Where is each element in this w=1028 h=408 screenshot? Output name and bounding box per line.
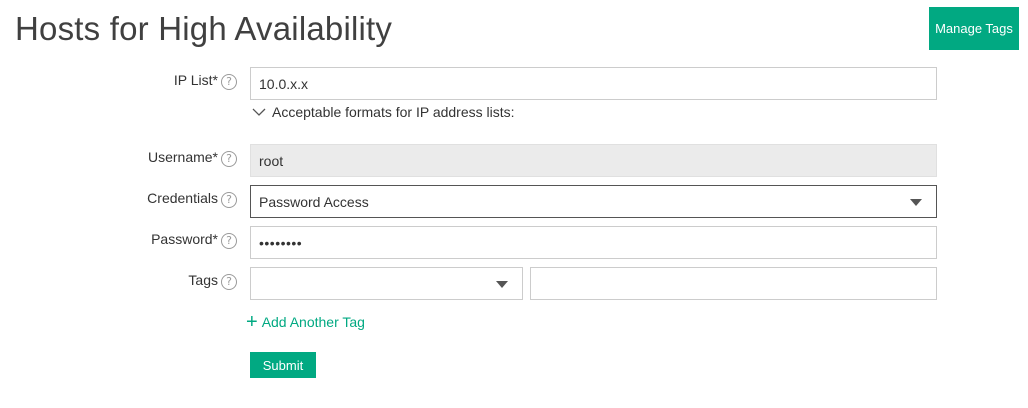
tags-label: Tags (188, 272, 218, 288)
credentials-help-icon[interactable]: ? (221, 192, 237, 208)
username-input: root (250, 144, 937, 177)
dropdown-arrow-icon (496, 280, 508, 288)
ip-list-input[interactable]: 10.0.x.x (250, 67, 937, 100)
add-another-tag-label: Add Another Tag (261, 314, 365, 330)
tags-help-icon[interactable]: ? (221, 274, 237, 290)
ip-list-help-icon[interactable]: ? (221, 74, 237, 90)
plus-icon: + (246, 311, 258, 333)
credentials-selected-value: Password Access (259, 193, 369, 210)
submit-button[interactable]: Submit (250, 352, 316, 378)
ip-list-value: 10.0.x.x (259, 75, 309, 92)
credentials-select[interactable]: Password Access (250, 185, 937, 218)
password-label: Password* (151, 231, 218, 247)
formats-toggle[interactable]: Acceptable formats for IP address lists: (252, 104, 515, 120)
formats-toggle-label: Acceptable formats for IP address lists: (272, 104, 515, 120)
password-help-icon[interactable]: ? (221, 233, 237, 249)
chevron-down-icon (252, 108, 266, 116)
password-input[interactable]: •••••••• (250, 226, 937, 259)
page-title: Hosts for High Availability (15, 10, 393, 47)
add-another-tag-link[interactable]: + Add Another Tag (246, 312, 365, 332)
tag-value-input[interactable] (530, 267, 937, 300)
password-value: •••••••• (259, 234, 303, 251)
manage-tags-button[interactable]: Manage Tags (929, 7, 1019, 50)
username-value: root (259, 152, 284, 169)
username-help-icon[interactable]: ? (221, 151, 237, 167)
ip-list-label: IP List* (173, 72, 218, 88)
dropdown-arrow-icon (910, 198, 922, 206)
username-label: Username* (147, 149, 218, 165)
credentials-label: Credentials (147, 190, 218, 206)
tag-category-select[interactable] (250, 267, 523, 300)
